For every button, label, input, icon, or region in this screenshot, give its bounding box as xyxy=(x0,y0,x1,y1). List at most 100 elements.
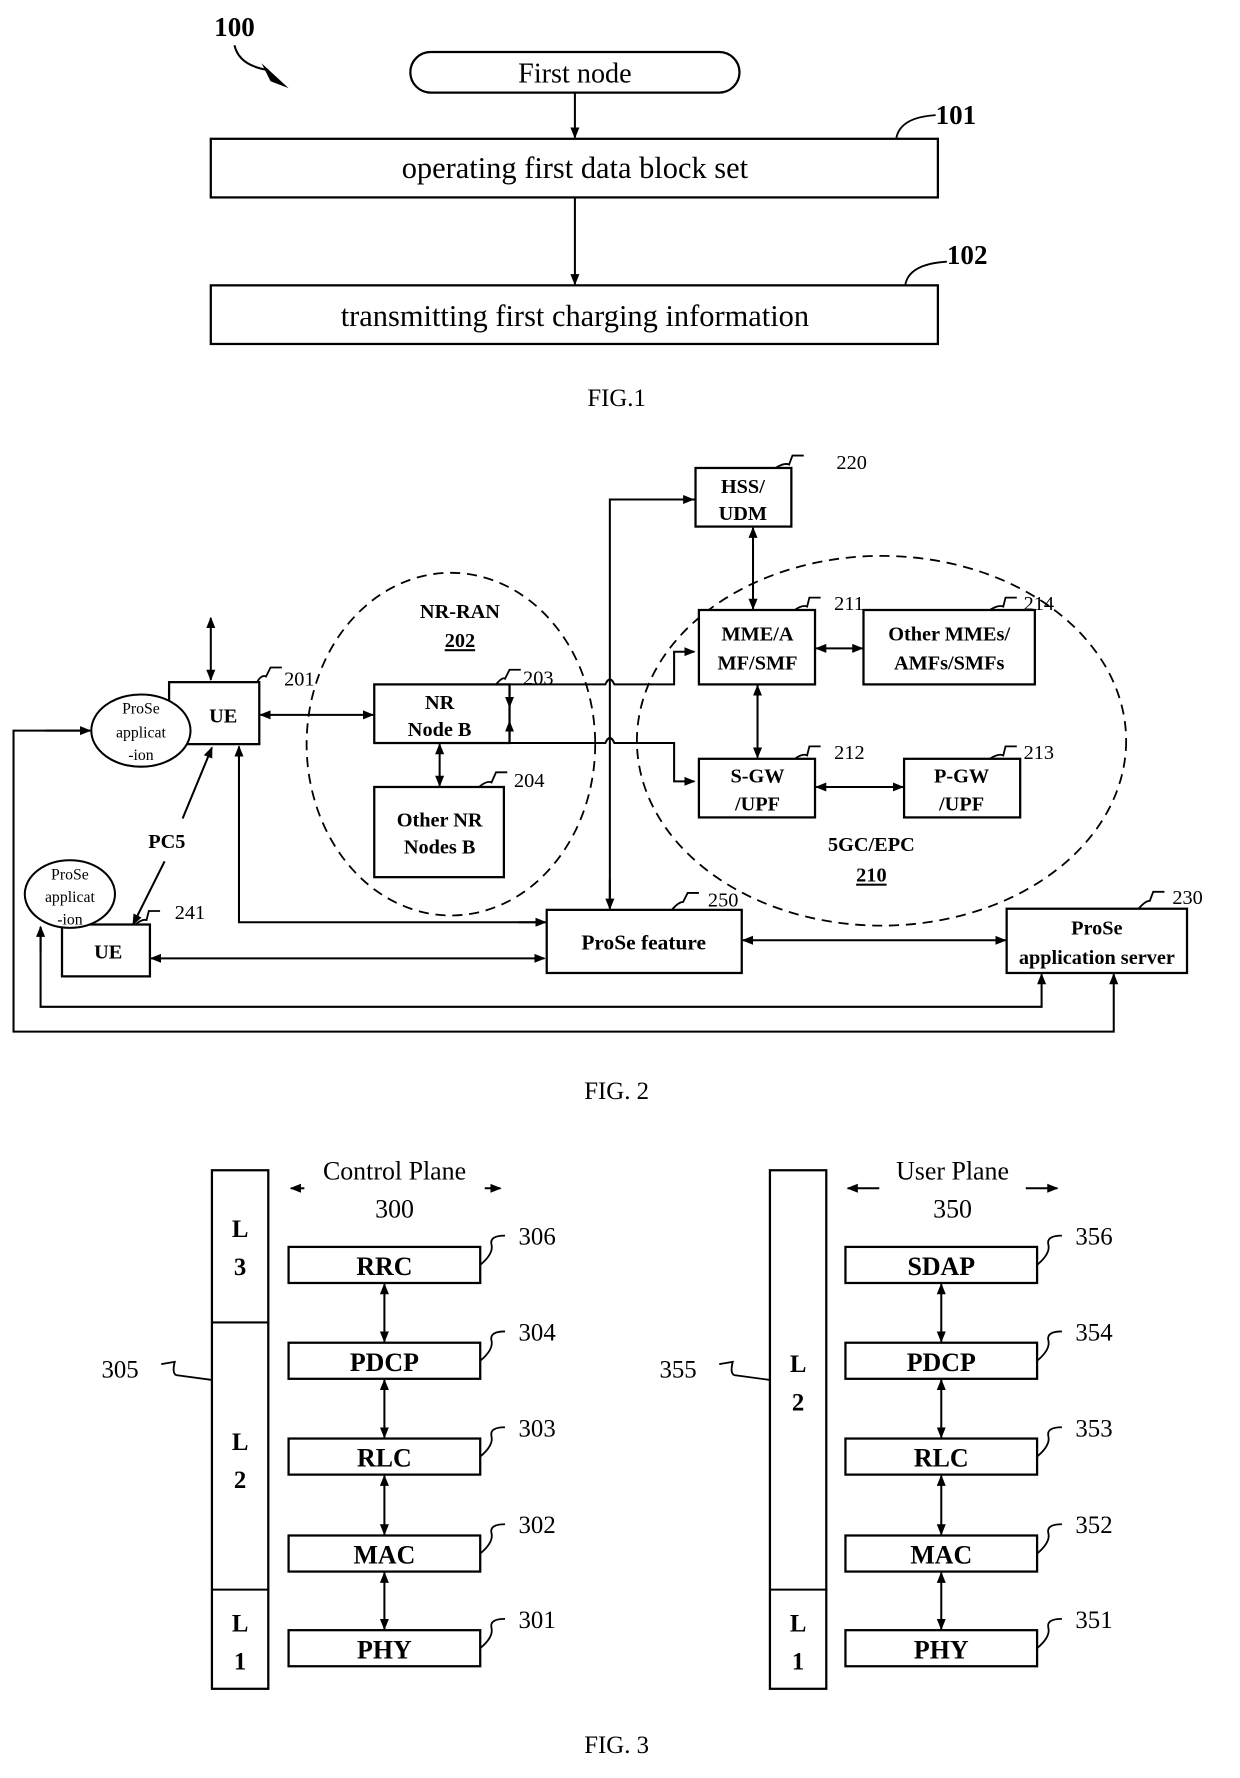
ref-leader xyxy=(1036,1330,1062,1362)
pc5-link-lower xyxy=(132,860,166,926)
ref-102: 102 xyxy=(947,240,988,270)
ref-305: 305 xyxy=(101,1357,138,1384)
ref-250: 250 xyxy=(708,889,738,911)
control-plane: L 3 L 2 L 1 305 Control Plane 300 RRC 306… xyxy=(101,1156,557,1690)
prose-app2-line1: ProSe xyxy=(51,866,89,883)
user-plane-ref: 350 xyxy=(933,1195,972,1224)
hss-line2: UDM xyxy=(719,503,767,525)
patent-figures: 100 First node operating first data bloc… xyxy=(12,12,1203,1759)
figure-1: 100 First node operating first data bloc… xyxy=(209,12,988,412)
protocol-ref: 356 xyxy=(1075,1224,1112,1251)
step-101-label: operating first data block set xyxy=(402,151,749,185)
prose-feature-label: ProSe feature xyxy=(581,930,706,954)
protocol-label: PHY xyxy=(357,1635,412,1664)
ref-201: 201 xyxy=(284,669,314,691)
ref-203-leader xyxy=(495,668,521,685)
ue2-label: UE xyxy=(94,941,122,963)
ref-leader xyxy=(479,1618,506,1649)
ref-355: 355 xyxy=(659,1357,696,1384)
step-102-label: transmitting first charging information xyxy=(341,299,809,333)
user-plane-title: User Plane xyxy=(896,1156,1009,1185)
protocol-ref: 306 xyxy=(519,1224,556,1251)
pgw-line2: /UPF xyxy=(938,794,984,816)
ref-305-leader xyxy=(161,1360,213,1381)
ref-212-leader xyxy=(794,745,821,760)
ref-102-leader xyxy=(904,260,947,286)
ref-220-leader xyxy=(775,454,804,469)
protocol-ref: 351 xyxy=(1075,1607,1112,1634)
pc5-label: PC5 xyxy=(148,831,185,853)
other-nr-box xyxy=(373,785,506,879)
layer-l2-number: 2 xyxy=(234,1467,246,1494)
protocol-label: RLC xyxy=(914,1444,969,1473)
protocol-label: SDAP xyxy=(907,1252,975,1281)
ref-241: 241 xyxy=(175,902,205,924)
ref-211: 211 xyxy=(834,593,864,615)
ref-220: 220 xyxy=(836,452,866,474)
ref-213: 213 xyxy=(1024,742,1054,764)
nr-ran-ref: 202 xyxy=(445,630,475,652)
sgw-line1: S-GW xyxy=(730,765,784,787)
core-ref: 210 xyxy=(856,865,886,887)
prose-app1-line2: applicat xyxy=(116,724,167,741)
protocol-ref: 302 xyxy=(519,1512,556,1539)
protocol-layer-phy: PHY 351 xyxy=(844,1607,1113,1668)
protocol-label: MAC xyxy=(353,1541,415,1570)
user-layer-l1-letter: L xyxy=(790,1610,807,1637)
user-layer-l2-letter: L xyxy=(790,1351,807,1378)
ref-204: 204 xyxy=(514,770,544,792)
user-layer-l1-number: 1 xyxy=(792,1649,804,1676)
protocol-layer-phy: PHY 301 xyxy=(287,1607,556,1668)
layer-l3-number: 3 xyxy=(234,1254,246,1281)
ref-230-leader xyxy=(1137,890,1165,910)
core-label: 5GC/EPC xyxy=(828,834,915,856)
protocol-layer-pdcp: PDCP 354 xyxy=(844,1319,1113,1439)
mme-line1: MME/A xyxy=(721,623,793,645)
protocol-label: PDCP xyxy=(350,1348,419,1377)
user-plane: L 2 L 1 355 User Plane 350 SDAP 356 PDCP 35… xyxy=(659,1156,1113,1690)
user-layer-l2-number: 2 xyxy=(792,1389,804,1416)
protocol-layer-pdcp: PDCP 304 xyxy=(287,1319,557,1439)
layer-l3-letter: L xyxy=(232,1216,249,1243)
ref-100-arrowhead xyxy=(261,63,289,89)
ref-203: 203 xyxy=(523,667,553,689)
layer-l1-letter: L xyxy=(232,1610,249,1637)
hss-line1: HSS/ xyxy=(721,476,765,498)
prose-app1-line1: ProSe xyxy=(122,701,160,718)
mme-line2: MF/SMF xyxy=(718,653,798,675)
protocol-layer-rlc: RLC 303 xyxy=(287,1415,556,1536)
ref-214: 214 xyxy=(1024,593,1054,615)
control-plane-ref: 300 xyxy=(375,1195,414,1224)
protocol-layer-mac: MAC 352 xyxy=(844,1512,1113,1631)
fig2-caption: FIG. 2 xyxy=(584,1078,649,1105)
pgw-line1: P-GW xyxy=(934,765,989,787)
ref-leader xyxy=(1036,1523,1062,1555)
sgw-line2: /UPF xyxy=(734,794,780,816)
figure-2: NR-RAN 202 5GC/EPC 210 UE 201 ProSe appl… xyxy=(12,452,1203,1105)
ref-leader xyxy=(1036,1426,1062,1458)
prose-server-line2: application server xyxy=(1019,947,1175,969)
ref-leader xyxy=(1036,1618,1062,1649)
other-mme-line2: AMFs/SMFs xyxy=(894,653,1005,675)
protocol-layer-sdap: SDAP 356 xyxy=(844,1224,1113,1343)
prose-app2-line2: applicat xyxy=(45,889,96,906)
protocol-ref: 304 xyxy=(519,1319,557,1346)
fig3-caption: FIG. 3 xyxy=(584,1732,649,1759)
layer-l2-letter: L xyxy=(232,1429,249,1456)
protocol-label: RLC xyxy=(357,1444,412,1473)
fig1-caption: FIG.1 xyxy=(587,385,646,412)
ue1-label: UE xyxy=(209,706,237,728)
prose-app1-line3: -ion xyxy=(128,747,154,764)
ref-211-leader xyxy=(794,596,821,611)
ref-leader xyxy=(1036,1234,1062,1266)
ref-204-leader xyxy=(478,771,508,788)
protocol-ref: 354 xyxy=(1075,1319,1113,1346)
ref-213-leader xyxy=(989,745,1017,760)
nr-node-b-line2: Node B xyxy=(408,719,472,741)
protocol-ref: 352 xyxy=(1075,1512,1112,1539)
ref-leader xyxy=(479,1234,506,1266)
ref-214-leader xyxy=(989,596,1017,611)
protocol-ref: 301 xyxy=(519,1607,556,1634)
ref-leader xyxy=(479,1426,506,1458)
link-hss-prose-vertical xyxy=(608,498,697,908)
